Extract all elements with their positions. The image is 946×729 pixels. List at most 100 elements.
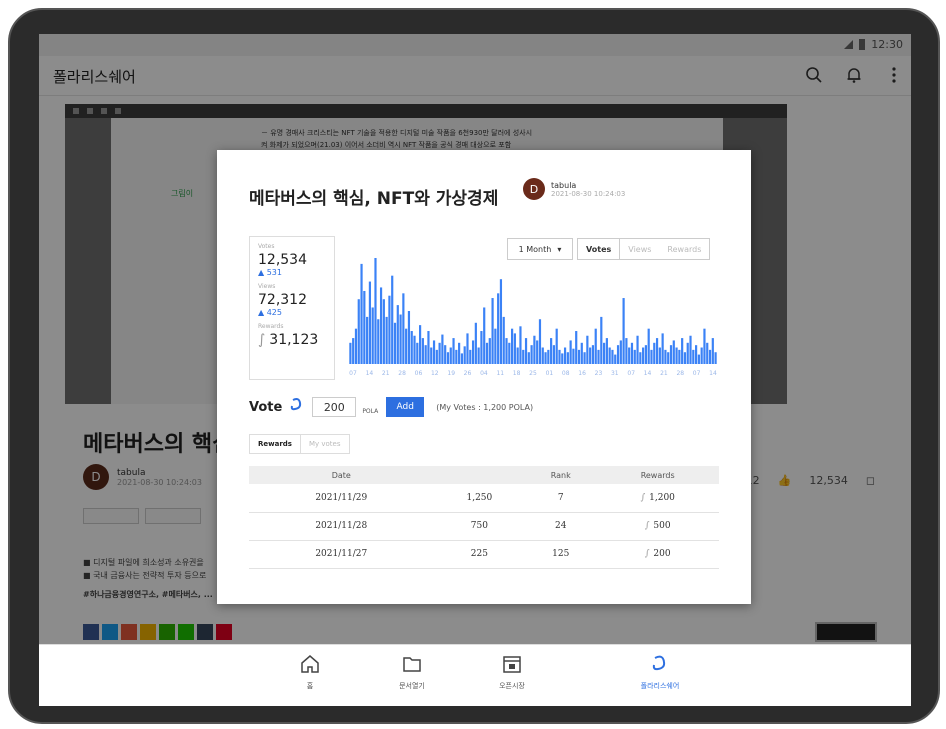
chart-bar (357, 299, 360, 364)
chart-bar (421, 338, 424, 364)
chart-bar (547, 349, 550, 364)
chart-bar (499, 279, 503, 364)
column-header: Rank (525, 466, 597, 484)
chart-bar (377, 319, 380, 364)
chart-bar (444, 345, 447, 364)
chart-bar (483, 307, 486, 364)
vote-label: Vote (249, 399, 283, 415)
polaris-logo-icon (288, 396, 306, 418)
views-value: 72,312 (258, 292, 307, 308)
x-tick-label: 21 (660, 370, 668, 376)
nav-label: 홈 (306, 682, 314, 690)
chart-bar (463, 346, 466, 364)
chart-bar (435, 349, 438, 364)
chart-bar (471, 340, 475, 364)
x-tick-label: 21 (382, 370, 390, 376)
chart-bar (474, 322, 477, 364)
chart-bar (513, 333, 516, 364)
chart-bar (494, 328, 497, 364)
chart-bar (371, 307, 374, 364)
chart-bar (672, 340, 675, 364)
pola-icon: ∫ (640, 492, 646, 503)
chart-bar (407, 311, 411, 364)
chart-bar (354, 328, 358, 364)
nav-market[interactable]: 오픈시장 (477, 653, 547, 691)
cell-rank: 7 (525, 484, 597, 513)
x-tick-label: 14 (366, 370, 374, 376)
chart-bar (655, 338, 659, 364)
nav-label: 문서열기 (399, 682, 425, 690)
my-votes-text: (My Votes : 1,200 POLA) (436, 402, 534, 412)
add-vote-button[interactable]: Add (386, 397, 425, 417)
chart-bar (683, 352, 687, 364)
rewards-label: Rewards (258, 323, 284, 330)
chart-bar (706, 342, 709, 364)
chart-bar (575, 331, 578, 364)
chart-bar (608, 347, 611, 364)
chart-bar (399, 314, 402, 364)
chart-bar (594, 328, 597, 364)
x-tick-label: 26 (464, 370, 472, 376)
chart-bar (430, 347, 433, 364)
polaris-logo-icon (652, 655, 666, 671)
table-row: 2021/11/28 750 24 ∫ 500 (249, 512, 719, 541)
chart-bar (566, 352, 569, 364)
chart-bar (352, 338, 355, 364)
tab-my-votes[interactable]: My votes (301, 435, 349, 453)
cell-date: 2021/11/28 (249, 512, 434, 541)
chart-bar (424, 345, 427, 364)
cell-value: 225 (433, 540, 526, 569)
cell-value: 750 (433, 512, 526, 541)
votes-chart: 07 14 21 28 06 12 19 26 04 11 18 25 01 08 16 23 31 07 14 21… (349, 258, 717, 376)
chart-bar (580, 342, 583, 364)
x-tick-label: 04 (480, 370, 488, 376)
chart-bar (695, 345, 698, 364)
chart-bar (619, 340, 622, 364)
rewards-table: Date Rank Rewards 2021/11/29 1,250 7 ∫ 1,… (249, 466, 719, 569)
chart-bar (349, 342, 352, 364)
votes-label: Votes (258, 243, 275, 250)
market-icon (503, 656, 521, 673)
chart-bar (527, 352, 530, 364)
chart-bar (405, 328, 408, 364)
chart-bar (446, 352, 450, 364)
nav-polaris-share[interactable]: 폴라리스쉐어 (625, 653, 695, 691)
x-tick-label: 31 (611, 370, 619, 376)
cell-rewards: ∫ 1,200 (596, 484, 719, 513)
chart-bar (591, 345, 595, 364)
vote-row: Vote 200 POLA Add (My Votes : 1,200 POLA… (249, 396, 533, 418)
folder-icon (403, 657, 421, 672)
stats-panel: Votes 12,534 ▲ 531 Views 72,312 ▲ 425 Re… (249, 236, 335, 380)
screen: 12:30 폴라리스쉐어 － 유명 경매사 크리스티는 NFT 기술을 적용한 … (39, 34, 911, 706)
chart-bar (480, 331, 483, 364)
tab-rewards-table[interactable]: Rewards (250, 435, 301, 453)
chart-bar (366, 316, 369, 364)
chart-bar (630, 342, 634, 364)
chart-bar (396, 305, 399, 364)
chart-bar (600, 316, 603, 364)
chart-bar (379, 287, 383, 364)
chart-bar (692, 349, 695, 364)
x-tick-label: 14 (644, 370, 652, 376)
chart-bar (586, 335, 589, 364)
vote-amount-input[interactable]: 200 (312, 397, 357, 417)
chart-bar (508, 342, 511, 364)
chart-bar (391, 275, 394, 364)
x-tick-label: 06 (415, 370, 423, 376)
period-value: 1 Month (518, 244, 552, 254)
chart-bar (605, 338, 608, 364)
chart-bar (669, 345, 673, 364)
nav-home[interactable]: 홈 (275, 653, 345, 691)
chart-bar (708, 349, 712, 364)
chart-bar (502, 316, 505, 364)
chart-bar (644, 345, 648, 364)
x-tick-label: 16 (578, 370, 586, 376)
nav-open-docs[interactable]: 문서열기 (377, 653, 447, 691)
table-header-row: Date Rank Rewards (249, 466, 719, 484)
chart-bar (419, 325, 422, 364)
nav-label: 오픈시장 (499, 682, 525, 690)
chart-bar (388, 295, 391, 364)
chart-bar (647, 328, 650, 364)
chart-bar (460, 353, 464, 364)
table-row: 2021/11/27 225 125 ∫ 200 (249, 540, 719, 569)
